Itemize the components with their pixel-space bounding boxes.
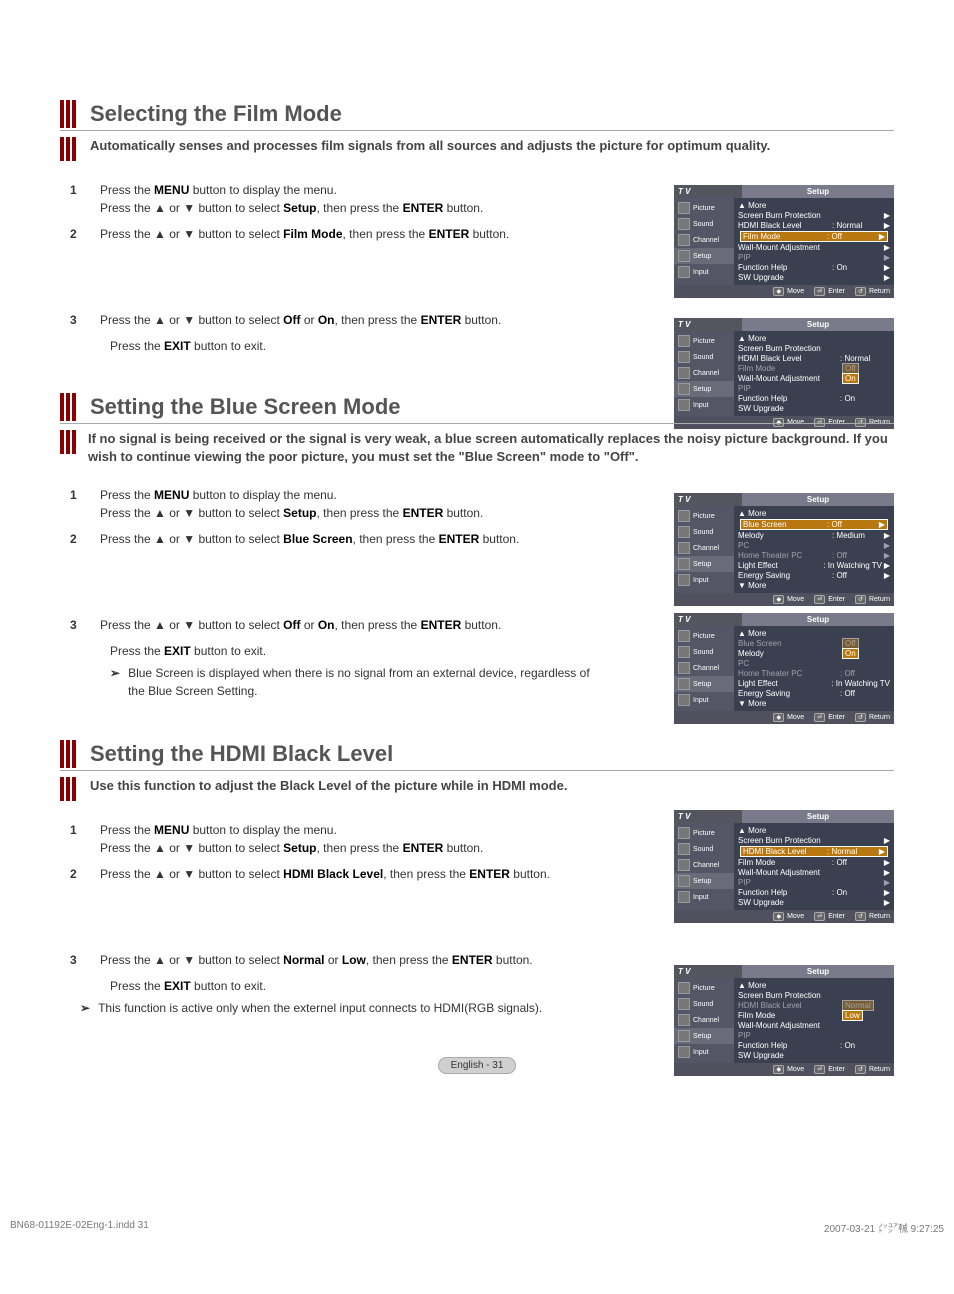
step-number: 1: [70, 821, 100, 857]
step-body: Press the ▲ or ▼ button to select Normal…: [100, 951, 590, 969]
section-subtitle: If no signal is being received or the si…: [88, 430, 894, 466]
note: ➢ Blue Screen is displayed when there is…: [70, 664, 600, 700]
osd-screenshot: T VSetup Picture Sound Channel Setup Inp…: [674, 493, 894, 606]
section-film-mode: Selecting the Film Mode Automatically se…: [60, 100, 894, 353]
heading-bars-icon: [60, 430, 76, 454]
step-number: 3: [70, 311, 100, 329]
osd-sidebar: Picture Sound Channel Setup Input: [674, 198, 734, 285]
note: ➢ This function is active only when the …: [70, 999, 570, 1017]
step-number: 2: [70, 530, 100, 548]
step-body: Press the ▲ or ▼ button to select Off or…: [100, 311, 590, 329]
heading-bars-icon: [60, 137, 78, 161]
osd-screenshot: T VSetup Picture Sound Channel Setup Inp…: [674, 965, 894, 1076]
step-body: Press the ▲ or ▼ button to select Film M…: [100, 225, 590, 243]
step-body: Press the ▲ or ▼ button to select Blue S…: [100, 530, 590, 548]
step-body: Press the MENU button to display the men…: [100, 181, 590, 217]
heading-bars-icon: [60, 100, 78, 128]
step-body: Press the ▲ or ▼ button to select HDMI B…: [100, 865, 590, 883]
footer-meta: BN68-01192E-02Eng-1.indd 31 2007-03-21 ㌩…: [0, 1200, 954, 1245]
step-number: 3: [70, 616, 100, 634]
note-arrow-icon: ➢: [110, 664, 120, 700]
osd-screenshot: T VSetup Picture Sound Channel Setup Inp…: [674, 613, 894, 724]
step-number: 1: [70, 486, 100, 522]
step-body: Press the MENU button to display the men…: [100, 821, 590, 857]
section-title: Setting the Blue Screen Mode: [90, 394, 401, 420]
section-blue-screen: Setting the Blue Screen Mode If no signa…: [60, 393, 894, 700]
section-subtitle: Use this function to adjust the Black Le…: [90, 777, 567, 795]
step-number: 2: [70, 225, 100, 243]
heading-bars-icon: [60, 777, 78, 801]
heading-bars-icon: [60, 393, 78, 421]
osd-screenshot: T VSetup Picture Sound Channel Setup Inp…: [674, 810, 894, 923]
note-arrow-icon: ➢: [80, 999, 90, 1017]
step-body: Press the MENU button to display the men…: [100, 486, 590, 522]
step-number: 3: [70, 951, 100, 969]
osd-screenshot: T VSetup Picture Sound Channel Setup Inp…: [674, 185, 894, 298]
step-body: Press the ▲ or ▼ button to select Off or…: [100, 616, 590, 634]
step-number: 1: [70, 181, 100, 217]
heading-bars-icon: [60, 740, 78, 768]
step-number: 2: [70, 865, 100, 883]
section-subtitle: Automatically senses and processes film …: [90, 137, 770, 155]
section-hdmi-black-level: Setting the HDMI Black Level Use this fu…: [60, 740, 894, 1017]
section-title: Setting the HDMI Black Level: [90, 741, 393, 767]
section-title: Selecting the Film Mode: [90, 101, 342, 127]
